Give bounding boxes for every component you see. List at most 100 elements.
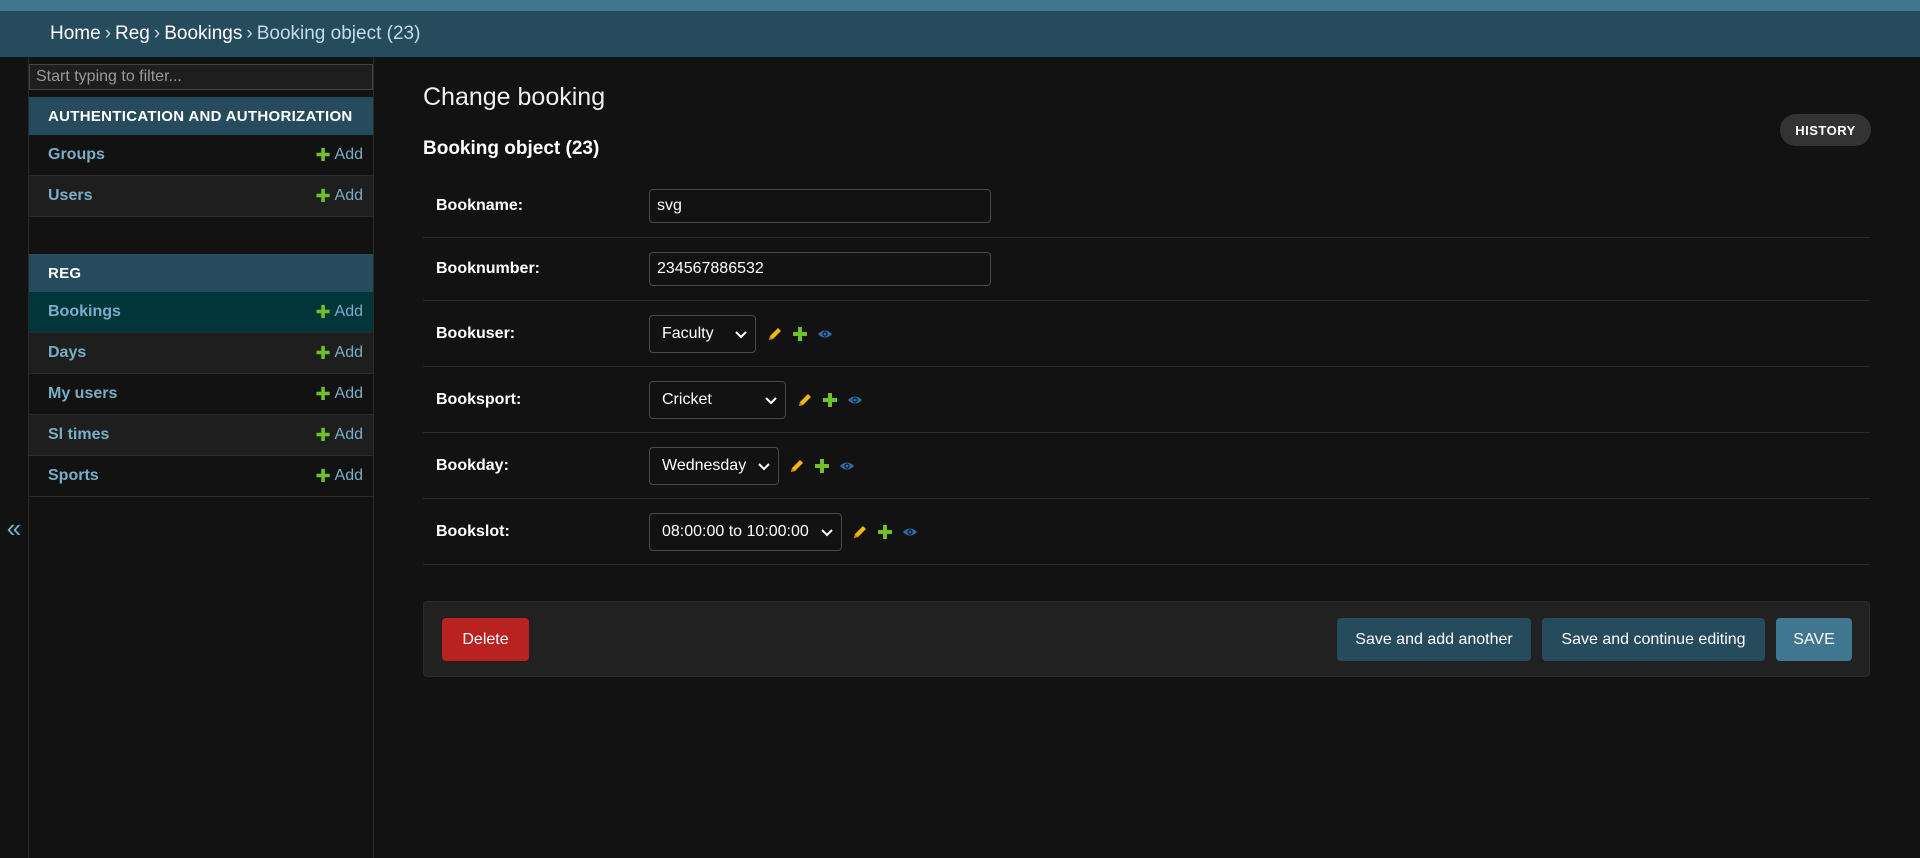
chevron-down-icon: [735, 330, 747, 338]
plus-icon: ✚: [315, 145, 331, 165]
booksport-related-actions: [797, 392, 863, 408]
sidebar-item-my-users: My users ✚ Add: [29, 374, 373, 415]
submit-row: Delete Save and add another Save and con…: [423, 601, 1870, 677]
sidebar-collapse-strip: «: [0, 57, 29, 858]
breadcrumb-separator: ›: [104, 23, 112, 44]
add-sport-link[interactable]: ✚ Add: [315, 467, 363, 485]
add-label: Add: [334, 303, 363, 320]
plus-icon[interactable]: [814, 458, 830, 474]
add-sl-time-link[interactable]: ✚ Add: [315, 426, 363, 444]
add-label: Add: [334, 344, 363, 361]
breadcrumb-separator: ›: [153, 23, 161, 44]
chevron-down-icon: [758, 462, 770, 470]
booknumber-field[interactable]: [649, 252, 991, 286]
breadcrumb-model[interactable]: Bookings: [164, 23, 242, 45]
plus-icon: ✚: [315, 343, 331, 363]
sidebar-item-label[interactable]: My users: [48, 385, 117, 403]
chevron-down-icon: [821, 528, 833, 536]
sidebar: AUTHENTICATION AND AUTHORIZATION Groups …: [29, 57, 374, 858]
bookday-selected-value: Wednesday: [662, 456, 747, 474]
module-header[interactable]: AUTHENTICATION AND AUTHORIZATION: [29, 97, 373, 135]
sidebar-item-sports: Sports ✚ Add: [29, 456, 373, 497]
delete-button[interactable]: Delete: [442, 618, 529, 661]
module-authentication: AUTHENTICATION AND AUTHORIZATION Groups …: [29, 97, 373, 217]
plus-icon: ✚: [315, 425, 331, 445]
breadcrumb-separator: ›: [246, 23, 253, 44]
bookslot-related-actions: [852, 524, 918, 540]
breadcrumb-home[interactable]: Home: [50, 23, 101, 45]
add-day-link[interactable]: ✚ Add: [315, 344, 363, 362]
form-row-bookuser: Bookuser: Faculty: [423, 301, 1870, 367]
add-user-link[interactable]: ✚ Add: [315, 187, 363, 205]
form-row-bookslot: Bookslot: 08:00:00 to 10:00:00: [423, 499, 1870, 565]
eye-icon[interactable]: [839, 458, 855, 474]
add-booking-link[interactable]: ✚ Add: [315, 303, 363, 321]
eye-icon[interactable]: [847, 392, 863, 408]
bookuser-select[interactable]: Faculty: [649, 314, 756, 353]
plus-icon: ✚: [315, 466, 331, 486]
save-button[interactable]: SAVE: [1776, 618, 1852, 661]
sidebar-item-days: Days ✚ Add: [29, 333, 373, 374]
eye-icon[interactable]: [902, 524, 918, 540]
chevron-down-icon: [765, 396, 777, 404]
save-and-add-another-button[interactable]: Save and add another: [1337, 618, 1531, 661]
bookday-related-actions: [789, 458, 855, 474]
bookday-select[interactable]: Wednesday: [649, 446, 779, 485]
breadcrumb-current: Booking object (23): [256, 23, 421, 44]
add-label: Add: [334, 187, 363, 204]
sidebar-filter-input[interactable]: [29, 64, 373, 90]
eye-icon[interactable]: [817, 326, 833, 342]
booknumber-label: Booknumber:: [436, 260, 540, 277]
module-header[interactable]: REG: [29, 254, 373, 292]
form-row-booksport: Booksport: Cricket: [423, 367, 1870, 433]
breadcrumb-app[interactable]: Reg: [115, 23, 150, 45]
form-row-bookday: Bookday: Wednesday: [423, 433, 1870, 499]
add-my-user-link[interactable]: ✚ Add: [315, 385, 363, 403]
breadcrumb: Home › Reg › Bookings › Booking object (…: [0, 11, 1920, 57]
sidebar-item-groups: Groups ✚ Add: [29, 135, 373, 176]
sidebar-item-label[interactable]: Bookings: [48, 303, 121, 321]
sidebar-item-label[interactable]: Users: [48, 187, 92, 205]
history-button[interactable]: HISTORY: [1780, 114, 1871, 146]
plus-icon[interactable]: [822, 392, 838, 408]
sidebar-collapse-button[interactable]: «: [0, 513, 28, 543]
sidebar-item-label[interactable]: Days: [48, 344, 86, 362]
bookname-field[interactable]: [649, 189, 991, 223]
pencil-icon[interactable]: [852, 524, 868, 540]
bookslot-selected-value: 08:00:00 to 10:00:00: [662, 522, 809, 540]
top-strip: [0, 0, 1920, 11]
booksport-select[interactable]: Cricket: [649, 380, 786, 419]
sidebar-item-label[interactable]: Groups: [48, 146, 105, 164]
sidebar-item-sl-times: Sl times ✚ Add: [29, 415, 373, 456]
plus-icon: ✚: [315, 384, 331, 404]
booksport-selected-value: Cricket: [662, 390, 712, 408]
module-reg: REG Bookings ✚ Add Days ✚ Add My users ✚…: [29, 254, 373, 497]
sidebar-item-users: Users ✚ Add: [29, 176, 373, 217]
form-row-booknumber: Booknumber:: [423, 238, 1870, 301]
booksport-label: Booksport:: [436, 390, 522, 408]
sidebar-item-label[interactable]: Sl times: [48, 426, 109, 444]
sidebar-item-bookings: Bookings ✚ Add: [29, 292, 373, 333]
bookslot-select[interactable]: 08:00:00 to 10:00:00: [649, 512, 842, 551]
plus-icon[interactable]: [877, 524, 893, 540]
plus-icon[interactable]: [792, 326, 808, 342]
bookuser-related-actions: [767, 326, 833, 342]
pencil-icon[interactable]: [767, 326, 783, 342]
bookname-label: Bookname:: [436, 197, 524, 214]
bookuser-selected-value: Faculty: [662, 324, 714, 342]
bookday-label: Bookday:: [436, 456, 509, 474]
sidebar-item-label[interactable]: Sports: [48, 467, 99, 485]
page-title: Change booking: [423, 83, 606, 111]
object-title: Booking object (23): [423, 138, 600, 159]
add-label: Add: [334, 467, 363, 484]
plus-icon: ✚: [315, 302, 331, 322]
form-row-bookname: Bookname:: [423, 175, 1870, 238]
add-group-link[interactable]: ✚ Add: [315, 146, 363, 164]
save-and-continue-button[interactable]: Save and continue editing: [1542, 618, 1765, 661]
pencil-icon[interactable]: [789, 458, 805, 474]
add-label: Add: [334, 385, 363, 402]
bookuser-label: Bookuser:: [436, 324, 516, 342]
add-label: Add: [334, 146, 363, 163]
pencil-icon[interactable]: [797, 392, 813, 408]
plus-icon: ✚: [315, 186, 331, 206]
